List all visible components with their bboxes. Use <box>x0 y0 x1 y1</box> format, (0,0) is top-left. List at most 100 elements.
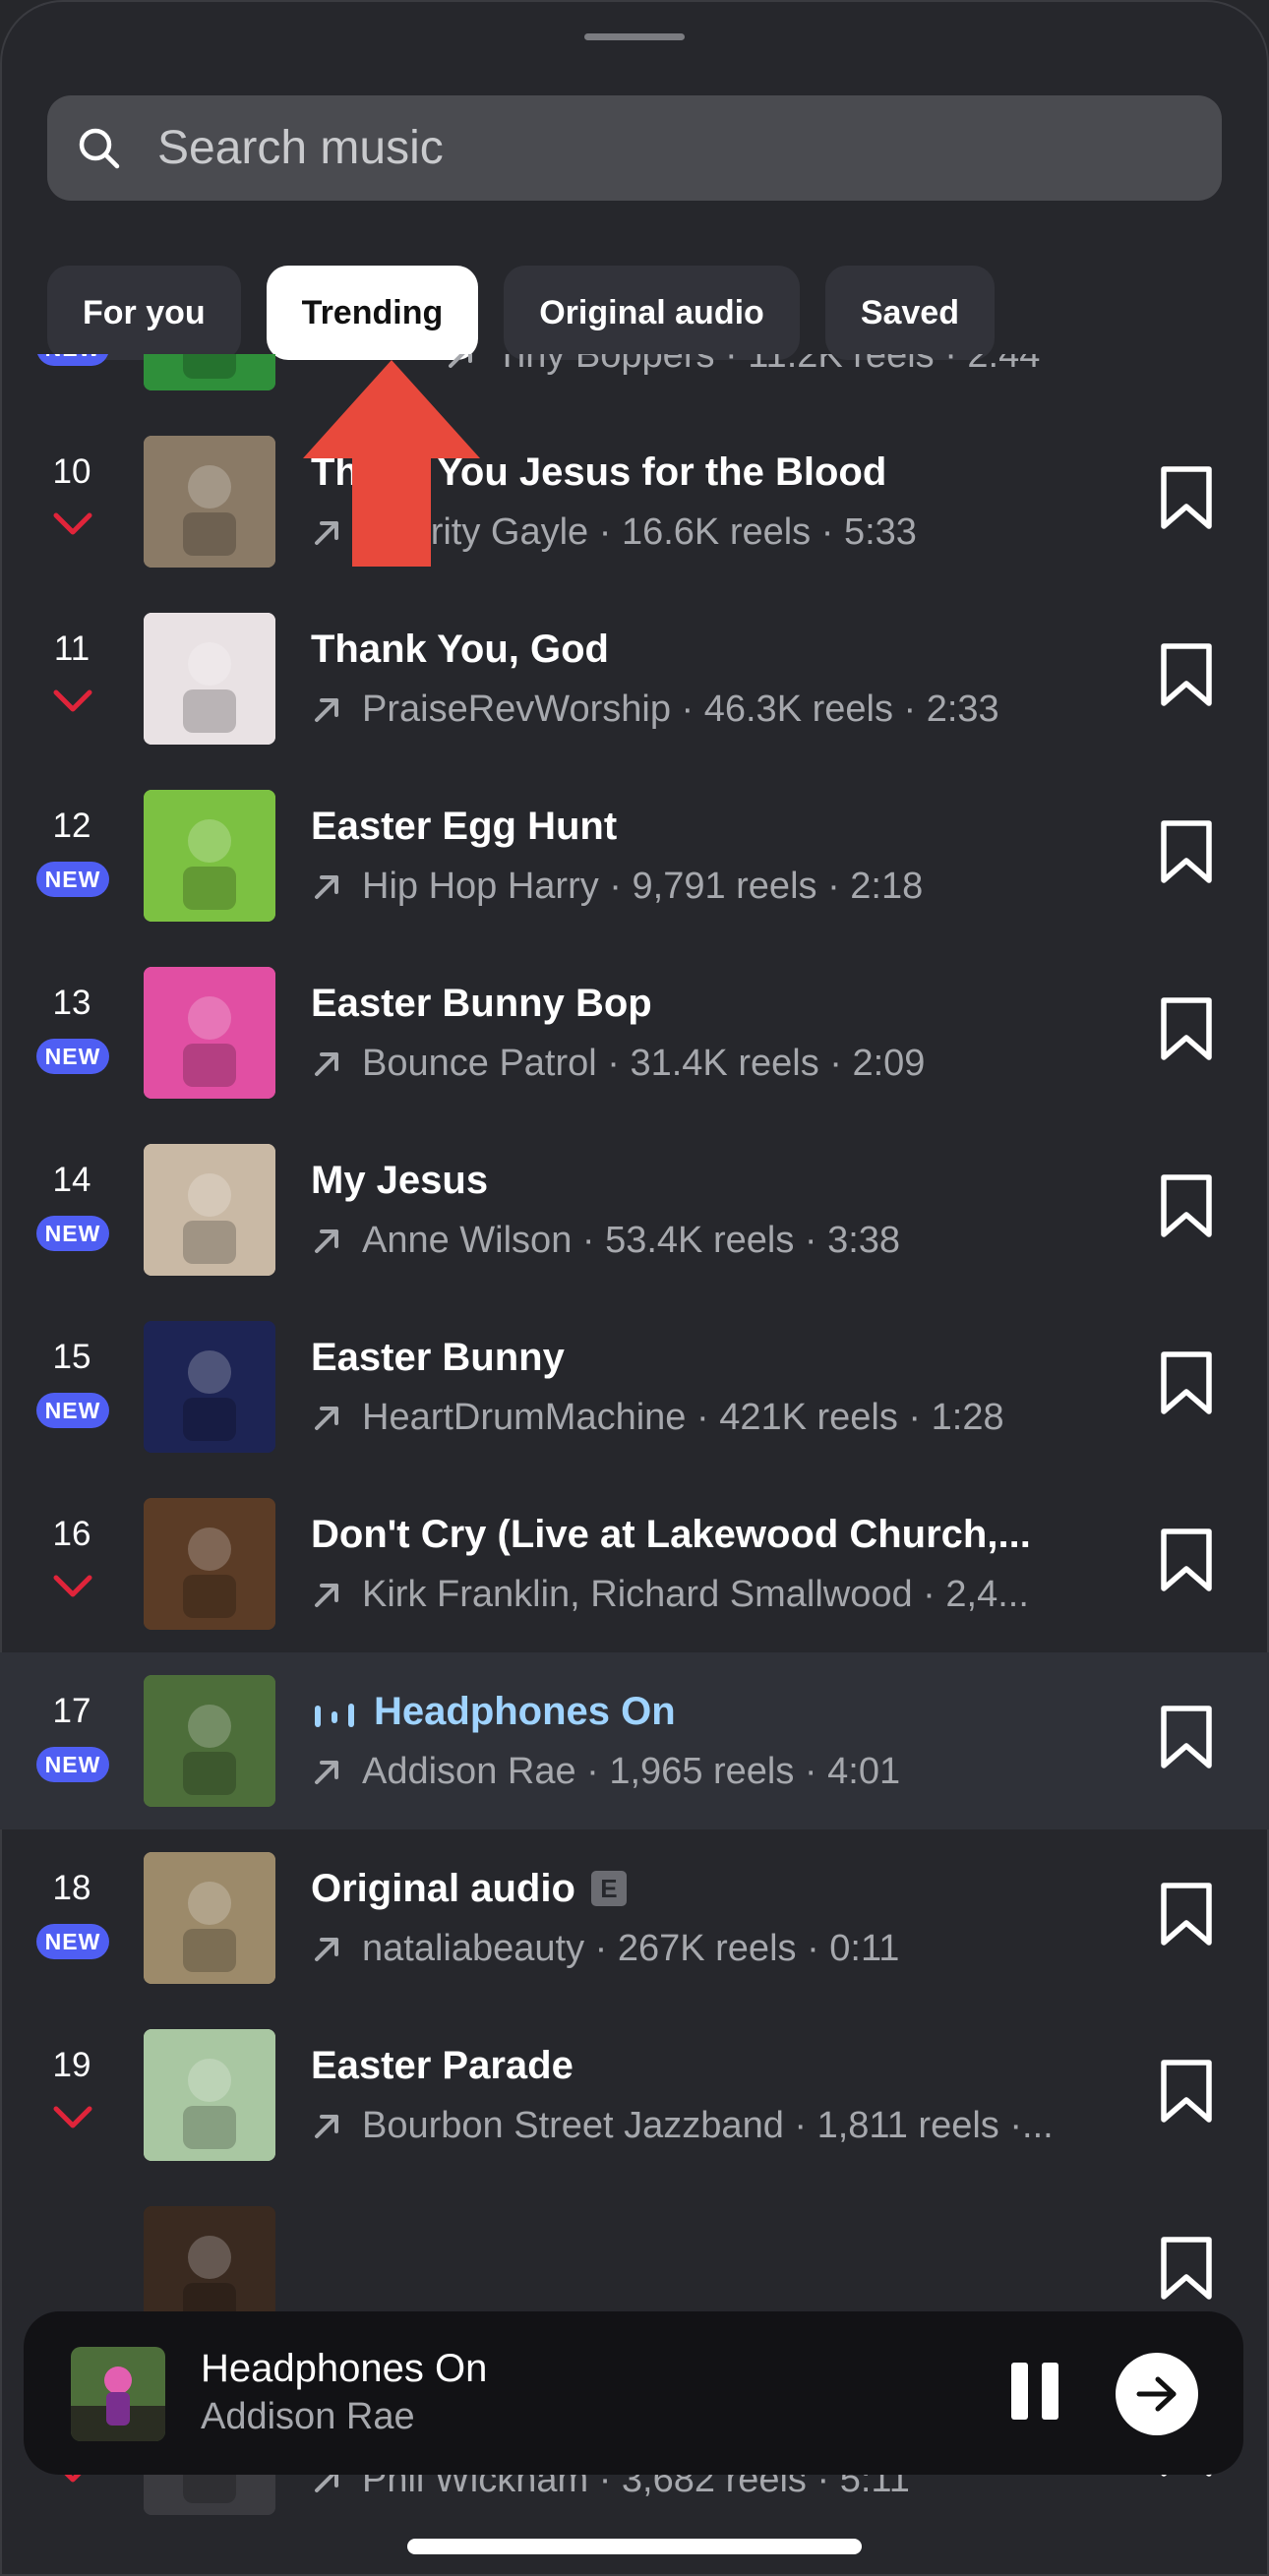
trending-arrow-icon <box>315 1937 338 1961</box>
new-badge: NEW <box>36 1747 109 1782</box>
track-cover-art <box>144 1852 275 1984</box>
track-title: Easter Bunny <box>311 1336 565 1380</box>
trend-down-icon <box>53 2105 92 2130</box>
bookmark-icon[interactable] <box>1159 1173 1214 1238</box>
track-row[interactable]: 17 NEW Headphones On Addison Rae · 1,965 re… <box>0 1652 1269 1829</box>
track-title-text: Easter Bunny <box>311 1336 565 1379</box>
tab-original-audio[interactable]: Original audio <box>504 266 800 360</box>
track-row[interactable]: 18 NEW Original audio Enataliabeauty · 267K… <box>0 1829 1269 2007</box>
new-badge: NEW <box>36 1216 109 1251</box>
track-title-text: My Jesus <box>311 1159 489 1202</box>
track-meta: HeartDrumMachine · 421K reels · 1:28 <box>311 1397 1004 1439</box>
track-rank: 11 <box>53 629 91 668</box>
track-meta-text: Bourbon Street Jazzband · 1,811 reels ·.… <box>362 2105 1054 2146</box>
trending-arrow-icon <box>315 1051 338 1076</box>
track-row[interactable]: 12 NEW Easter Egg Hunt Hip Hop Harry · 9,79… <box>0 767 1269 944</box>
track-title: Easter Egg Hunt <box>311 805 617 849</box>
track-title-text: Easter Egg Hunt <box>311 805 618 848</box>
track-title-text: Easter Bunny Bop <box>311 982 652 1025</box>
track-cover-art <box>144 1144 275 1276</box>
track-title-text: Don't Cry (Live at Lakewood Church,... <box>311 1513 1031 1556</box>
bookmark-icon[interactable] <box>1159 2236 1214 2301</box>
explicit-badge: E <box>590 1871 627 1906</box>
tab-for-you[interactable]: For you <box>47 266 241 360</box>
track-row[interactable]: 13 NEW Easter Bunny Bop Bounce Patrol · 31.… <box>0 944 1269 1121</box>
track-title-text: Original audio <box>311 1867 575 1910</box>
track-meta-text: PraiseRevWorship · 46.3K reels · 2:33 <box>362 689 999 730</box>
track-meta-text: Tiny Boppers · 11.2K reels · 2:44 <box>496 354 1041 376</box>
tab-saved[interactable]: Saved <box>824 266 995 360</box>
track-meta-text: Addison Rae · 1,965 reels · 4:01 <box>362 1751 901 1792</box>
bookmark-icon[interactable] <box>1159 2059 1214 2124</box>
track-cover-art <box>144 967 275 1099</box>
track-row[interactable]: 16 Don't Cry (Live at Lakewood Church,...… <box>0 1475 1269 1652</box>
track-title: My Jesus <box>311 1159 488 1203</box>
track-meta-text: Hip Hop Harry · 9,791 reels · 2:18 <box>362 866 924 907</box>
track-row[interactable]: NEW Tiny Boppers · 11.2K reels · 2:44 <box>0 354 1269 413</box>
track-title: Easter Parade <box>311 2044 574 2088</box>
annotation-up-arrow-icon <box>303 360 480 567</box>
bookmark-icon[interactable] <box>1159 465 1214 530</box>
track-cover-art <box>144 1321 275 1453</box>
track-meta: Bourbon Street Jazzband · 1,811 reels ·.… <box>311 2105 1054 2147</box>
track-cover-art <box>144 1675 275 1807</box>
trending-arrow-icon <box>315 1583 338 1607</box>
use-audio-button[interactable] <box>1116 2353 1198 2435</box>
track-meta: Kirk Franklin, Richard Smallwood · 2,4..… <box>311 1574 1029 1616</box>
track-cover-art <box>144 2029 275 2161</box>
mini-player-title: Headphones On <box>201 2347 488 2390</box>
track-row[interactable]: 10 Thank You Jesus for the Blood Charity G… <box>0 413 1269 590</box>
track-meta-text: Kirk Franklin, Richard Smallwood · 2,4..… <box>362 1574 1029 1615</box>
bookmark-icon[interactable] <box>1159 1705 1214 1769</box>
track-title: Easter Bunny Bop <box>311 982 652 1026</box>
bookmark-icon[interactable] <box>1159 1528 1214 1592</box>
new-badge: NEW <box>36 862 109 897</box>
search-input[interactable] <box>157 121 1141 175</box>
track-meta: PraiseRevWorship · 46.3K reels · 2:33 <box>311 689 999 731</box>
search-icon <box>79 128 120 168</box>
track-row[interactable]: 19 Easter Parade Bourbon Street Jazzband ·… <box>0 2007 1269 2184</box>
home-indicator <box>407 2539 862 2554</box>
trending-arrow-icon <box>315 1760 338 1784</box>
track-meta: Tiny Boppers · 11.2K reels · 2:44 <box>445 354 1040 377</box>
track-rank: 12 <box>52 807 91 845</box>
bookmark-icon[interactable] <box>1159 996 1214 1061</box>
mini-player[interactable]: Headphones On Addison Rae <box>24 2311 1243 2475</box>
search-bar[interactable] <box>47 95 1222 201</box>
track-meta: Anne Wilson · 53.4K reels · 3:38 <box>311 1220 900 1262</box>
now-playing-icon <box>313 1698 356 1731</box>
track-meta-text: Bounce Patrol · 31.4K reels · 2:09 <box>362 1043 926 1084</box>
trending-arrow-icon <box>315 874 338 899</box>
track-row[interactable]: 14 NEW My Jesus Anne Wilson · 53.4K reels ·… <box>0 1121 1269 1298</box>
bookmark-icon[interactable] <box>1159 642 1214 707</box>
track-title-text: Headphones On <box>374 1690 676 1733</box>
arrow-right-icon <box>1136 2376 1177 2412</box>
bookmark-icon[interactable] <box>1159 819 1214 884</box>
new-badge: NEW <box>36 1039 109 1074</box>
track-rank: 10 <box>52 452 91 491</box>
sheet-grabber[interactable] <box>584 33 685 40</box>
track-title: Original audio E <box>311 1867 627 1911</box>
tab-trending[interactable]: Trending <box>266 266 479 360</box>
track-cover-art <box>144 436 275 568</box>
track-rank: 14 <box>52 1161 91 1199</box>
track-rank: 19 <box>52 2046 91 2084</box>
track-rank: 13 <box>52 984 91 1022</box>
trending-track-list: NEWTiny Boppers · 11.2K reels · 2:4410Th… <box>0 354 1269 2576</box>
bookmark-icon[interactable] <box>1159 1350 1214 1415</box>
trend-down-icon <box>53 689 92 714</box>
mini-player-cover-art <box>71 2347 165 2441</box>
track-meta: Bounce Patrol · 31.4K reels · 2:09 <box>311 1043 925 1085</box>
new-badge: NEW <box>36 1924 109 1959</box>
track-cover-art <box>144 790 275 922</box>
track-title-text: Thank You, God <box>311 628 609 671</box>
trending-arrow-icon <box>315 1228 338 1253</box>
track-cover-art <box>144 1498 275 1630</box>
track-row[interactable]: 15 NEW Easter Bunny HeartDrumMachine · 421K… <box>0 1298 1269 1475</box>
pause-icon[interactable] <box>1007 2359 1062 2424</box>
bookmark-icon[interactable] <box>1159 1882 1214 1947</box>
track-title: Don't Cry (Live at Lakewood Church,... <box>311 1513 1031 1557</box>
track-title-text: Easter Parade <box>311 2044 574 2087</box>
track-row[interactable]: 11 Thank You, God PraiseRevWorship · 46.3K… <box>0 590 1269 767</box>
track-meta-text: HeartDrumMachine · 421K reels · 1:28 <box>362 1397 1004 1438</box>
